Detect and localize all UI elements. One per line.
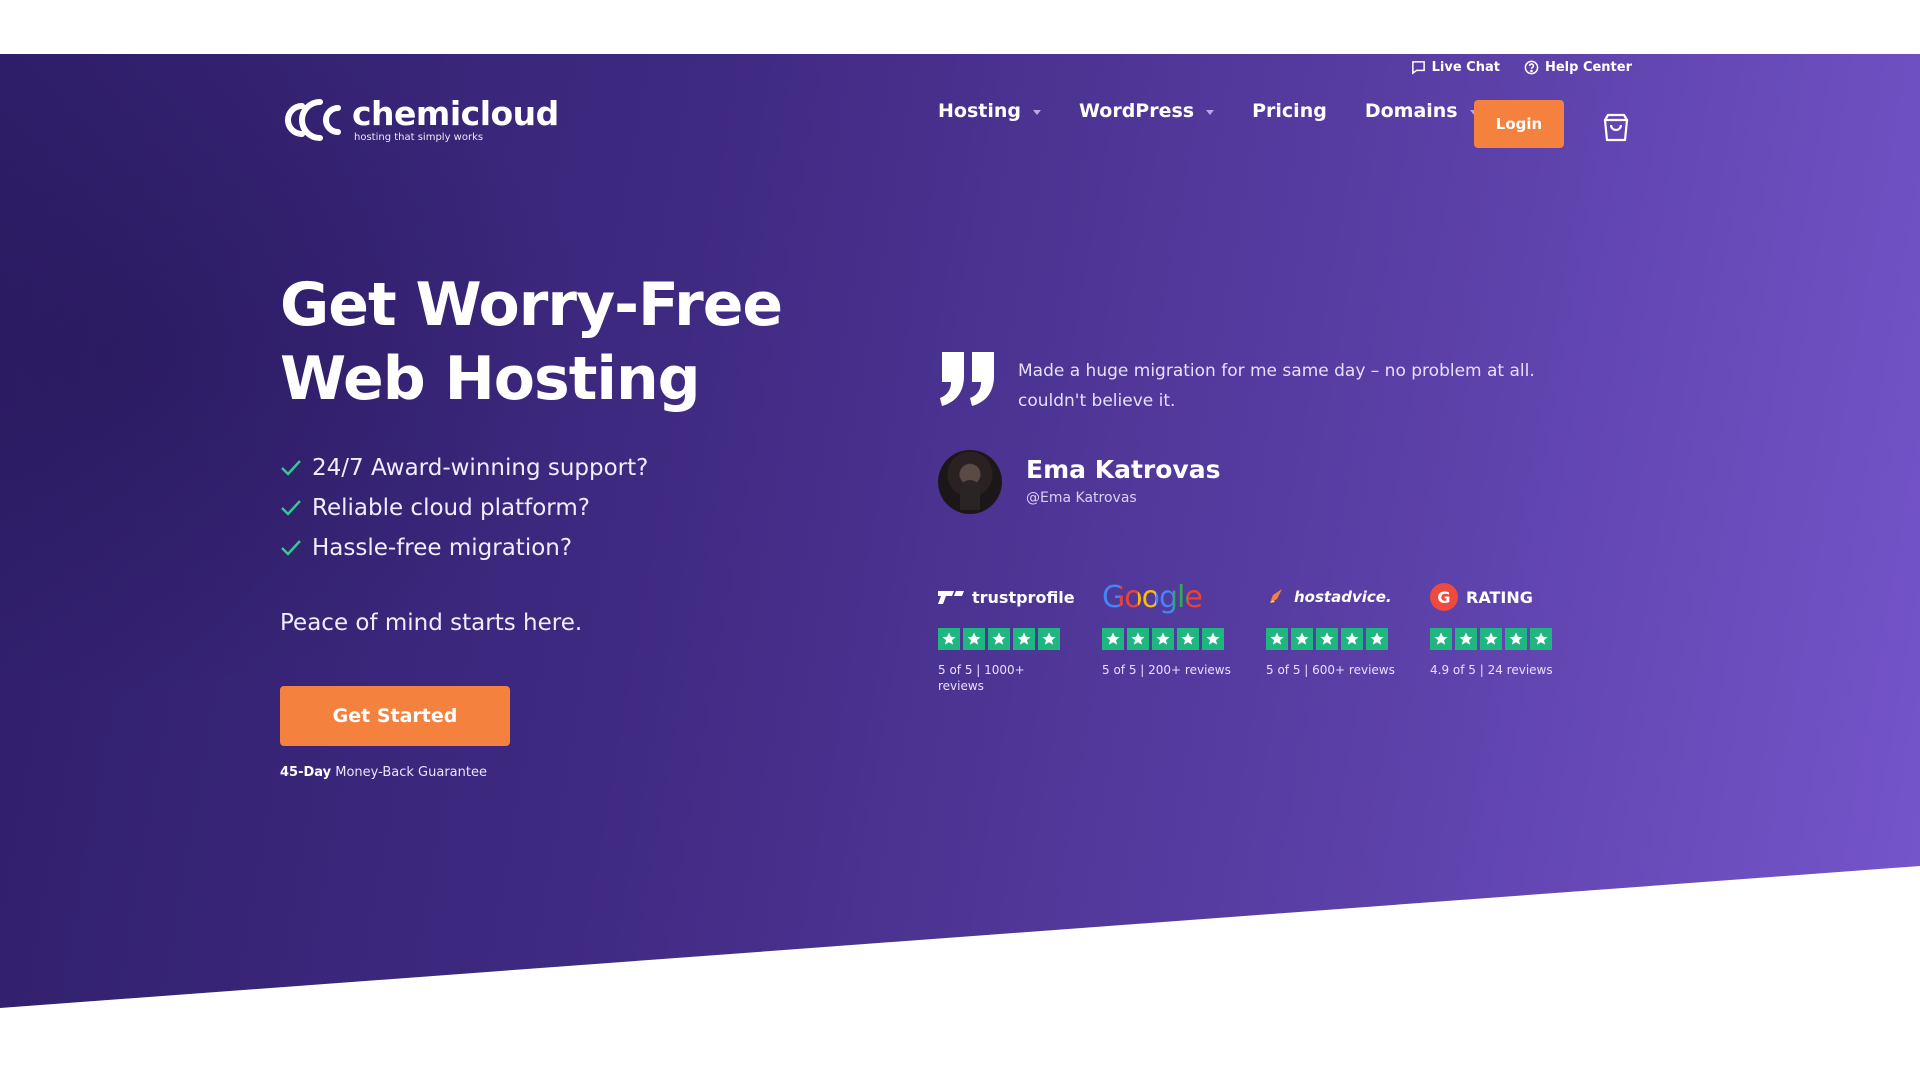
rating-source: trustprofile bbox=[972, 587, 1075, 607]
rating-text: 5 of 5 | 600+ reviews bbox=[1266, 663, 1395, 677]
nav-item-label: Hosting bbox=[938, 100, 1021, 122]
star-icon bbox=[1291, 628, 1313, 650]
utility-bar: Live Chat Help Center bbox=[1411, 60, 1632, 75]
feature-item: Reliable cloud platform? bbox=[280, 488, 648, 528]
help-center-link[interactable]: Help Center bbox=[1524, 60, 1632, 75]
star-icon bbox=[1202, 628, 1224, 650]
rating-logo: hostadvice. bbox=[1266, 580, 1430, 614]
nav-item-pricing[interactable]: Pricing bbox=[1252, 100, 1327, 122]
nav-item-label: Pricing bbox=[1252, 100, 1327, 122]
nav-item-hosting[interactable]: Hosting bbox=[938, 100, 1041, 122]
reviewer-handle: @Ema Katrovas bbox=[1026, 490, 1137, 506]
logo-name: chemicloud bbox=[352, 94, 559, 133]
rocket-icon bbox=[1270, 589, 1282, 603]
star-icon bbox=[1530, 628, 1552, 650]
live-chat-link[interactable]: Live Chat bbox=[1411, 60, 1500, 75]
star-icon bbox=[1152, 628, 1174, 650]
hero-headline: Get Worry-Free Web Hosting bbox=[280, 270, 783, 414]
chemicloud-logo-icon bbox=[285, 99, 341, 141]
star-icon bbox=[1102, 628, 1124, 650]
shopping-bag-icon[interactable] bbox=[1602, 112, 1630, 142]
get-started-button[interactable]: Get Started bbox=[280, 686, 510, 746]
quote-icon bbox=[940, 352, 994, 406]
trustprofile-logo-icon bbox=[938, 591, 964, 604]
nav-item-domains[interactable]: Domains bbox=[1365, 100, 1478, 122]
star-icon bbox=[1455, 628, 1477, 650]
guarantee-days: 45-Day bbox=[280, 765, 332, 780]
avatar bbox=[938, 450, 1002, 514]
star-icon bbox=[1316, 628, 1338, 650]
rating-g2[interactable]: G RATING 4.9 of 5 | 24 reviews bbox=[1430, 580, 1594, 694]
star-icon bbox=[988, 628, 1010, 650]
login-button[interactable]: Login bbox=[1474, 100, 1564, 148]
guarantee-text: Money-Back Guarantee bbox=[331, 765, 487, 780]
checkmark-icon bbox=[281, 460, 301, 476]
chevron-down-icon bbox=[1033, 109, 1041, 115]
logo[interactable]: chemicloud hosting that simply works bbox=[280, 94, 559, 146]
chevron-down-icon bbox=[1206, 109, 1215, 115]
rating-text: 5 of 5 | 1000+ reviews bbox=[938, 663, 1025, 693]
star-rating bbox=[1430, 628, 1594, 650]
rating-logo: trustprofile bbox=[938, 580, 1102, 614]
feature-label: Hassle-free migration? bbox=[312, 535, 573, 561]
checkmark-icon bbox=[281, 540, 301, 556]
checkmark-icon bbox=[281, 500, 301, 516]
feature-item: 24/7 Award-winning support? bbox=[280, 448, 648, 488]
star-rating bbox=[938, 628, 1102, 650]
star-icon bbox=[1177, 628, 1199, 650]
star-icon bbox=[938, 628, 960, 650]
rating-hostadvice[interactable]: hostadvice. 5 of 5 | 600+ reviews bbox=[1266, 580, 1430, 694]
feature-list: 24/7 Award-winning support? Reliable clo… bbox=[280, 448, 648, 568]
rating-source: RATING bbox=[1466, 587, 1533, 607]
help-center-label: Help Center bbox=[1544, 60, 1632, 75]
nav-item-label: Domains bbox=[1364, 100, 1458, 122]
g2-logo-icon: G bbox=[1430, 583, 1458, 611]
nav-item-label: WordPress bbox=[1079, 100, 1195, 122]
star-icon bbox=[1480, 628, 1502, 650]
rating-logo: G RATING bbox=[1430, 580, 1594, 614]
star-icon bbox=[1038, 628, 1060, 650]
nav-item-wordpress[interactable]: WordPress bbox=[1079, 100, 1215, 122]
live-chat-label: Live Chat bbox=[1431, 60, 1500, 75]
star-icon bbox=[1430, 628, 1452, 650]
chat-icon bbox=[1411, 61, 1425, 75]
rating-source: hostadvice. bbox=[1294, 588, 1392, 606]
rating-logo: Google bbox=[1102, 579, 1266, 615]
hero-tagline: Peace of mind starts here. bbox=[280, 610, 583, 636]
star-icon bbox=[1266, 628, 1288, 650]
feature-item: Hassle-free migration? bbox=[280, 528, 648, 568]
feature-label: 24/7 Award-winning support? bbox=[312, 455, 649, 481]
rating-text: 4.9 of 5 | 24 reviews bbox=[1430, 663, 1553, 677]
star-icon bbox=[1366, 628, 1388, 650]
logo-tagline: hosting that simply works bbox=[354, 132, 484, 143]
rating-source: Google bbox=[1102, 579, 1203, 615]
star-icon bbox=[963, 628, 985, 650]
star-icon bbox=[1341, 628, 1363, 650]
rating-text: 5 of 5 | 200+ reviews bbox=[1102, 663, 1231, 677]
testimonial-quote: Made a huge migration for me same day – … bbox=[1018, 361, 1535, 411]
ratings-row: trustprofile 5 of 5 | 1000+ reviews Goog… bbox=[938, 580, 1594, 694]
star-icon bbox=[1127, 628, 1149, 650]
rating-google[interactable]: Google 5 of 5 | 200+ reviews bbox=[1102, 580, 1266, 694]
feature-label: Reliable cloud platform? bbox=[312, 495, 590, 521]
help-icon bbox=[1524, 60, 1539, 75]
money-back-guarantee: 45-Day Money-Back Guarantee bbox=[280, 765, 487, 780]
star-rating bbox=[1266, 628, 1430, 650]
star-rating bbox=[1102, 628, 1266, 650]
star-icon bbox=[1505, 628, 1527, 650]
star-icon bbox=[1013, 628, 1035, 650]
rating-trustprofile[interactable]: trustprofile 5 of 5 | 1000+ reviews bbox=[938, 580, 1102, 694]
reviewer-name: Ema Katrovas bbox=[1026, 455, 1221, 484]
main-nav: Hosting WordPress Pricing Domains bbox=[938, 100, 1516, 122]
